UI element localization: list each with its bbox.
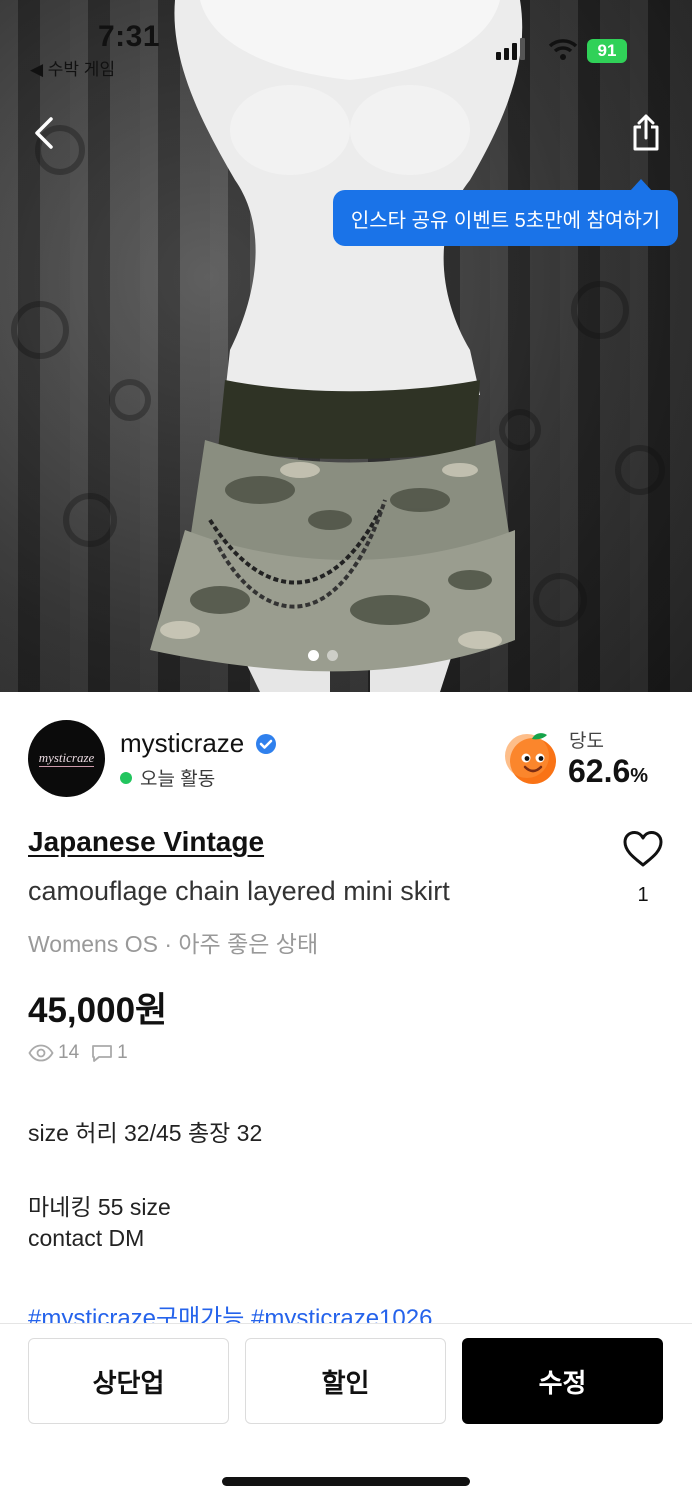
description-line: size 허리 32/45 총장 32 xyxy=(28,1120,263,1146)
home-indicator[interactable] xyxy=(222,1477,470,1486)
back-button[interactable] xyxy=(15,103,75,163)
sweetness-number: 62.6 xyxy=(568,753,631,789)
status-time: 7:31 xyxy=(98,20,161,53)
product-photo[interactable]: 7:31 ◀ 수박 게임 91 인스타 공유 이벤트 5초만에 참여하기 xyxy=(0,0,692,692)
product-title: camouflage chain layered mini skirt xyxy=(28,876,450,906)
peach-mascot-icon[interactable] xyxy=(505,730,561,786)
back-arrow-icon xyxy=(35,117,53,149)
verified-badge-icon xyxy=(256,734,276,754)
image-pagination xyxy=(308,650,338,661)
active-dot-icon xyxy=(120,771,132,784)
views-stat: 14 xyxy=(28,1042,79,1064)
seller-name[interactable]: mysticraze xyxy=(120,728,244,759)
description-line: contact DM xyxy=(28,1225,145,1251)
pagination-dot-active xyxy=(308,650,319,661)
product-size-condition: Womens OS · 아주 좋은 상태 xyxy=(28,931,319,957)
activity-label: 오늘 활동 xyxy=(140,769,216,790)
pagination-dot xyxy=(327,650,338,661)
sweetness-unit: % xyxy=(630,765,649,787)
share-button[interactable] xyxy=(616,103,676,163)
signal-icon xyxy=(496,38,525,60)
sweetness-label: 당도 xyxy=(569,731,604,752)
seller-avatar[interactable]: mysticraze xyxy=(28,720,105,797)
like-count: 1 xyxy=(637,884,649,906)
share-event-tooltip[interactable]: 인스타 공유 이벤트 5초만에 참여하기 xyxy=(333,179,678,246)
brand-link[interactable]: Japanese Vintage xyxy=(28,826,264,858)
back-to-app-label[interactable]: ◀ 수박 게임 xyxy=(30,55,115,80)
battery-indicator: 91 xyxy=(587,39,627,63)
product-stats: 14 1 xyxy=(28,1042,140,1064)
comments-count: 1 xyxy=(117,1042,128,1063)
seller-activity-status: 오늘 활동 xyxy=(120,764,215,791)
edit-button[interactable]: 수정 xyxy=(462,1338,663,1424)
discount-button[interactable]: 할인 xyxy=(245,1338,446,1424)
views-count: 14 xyxy=(58,1042,80,1063)
mannequin-skirt-image xyxy=(11,0,665,692)
comments-stat: 1 xyxy=(91,1042,128,1064)
avatar-logo-text: mysticraze xyxy=(38,750,95,767)
product-price: 45,000원 xyxy=(28,991,168,1030)
comment-icon xyxy=(92,1045,113,1062)
wifi-icon xyxy=(548,39,578,60)
eye-icon xyxy=(28,1044,54,1062)
bump-button[interactable]: 상단업 xyxy=(28,1338,229,1424)
description-line: 마네킹 55 size xyxy=(28,1194,171,1220)
like-button[interactable] xyxy=(616,822,670,876)
share-icon xyxy=(633,114,659,151)
status-bar: 7:31 ◀ 수박 게임 91 xyxy=(0,0,692,80)
heart-icon xyxy=(623,831,663,867)
sweetness-score: 62.6% xyxy=(568,753,648,790)
